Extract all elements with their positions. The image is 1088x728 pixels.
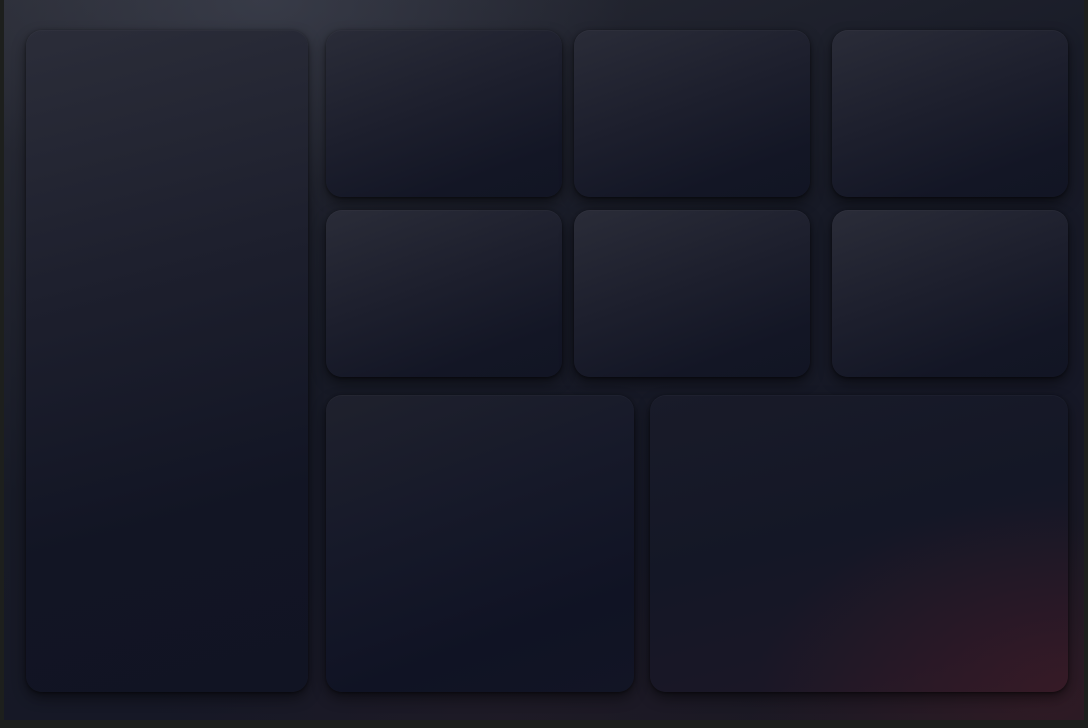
tile-top-1 — [326, 30, 562, 197]
tile-top-3 — [832, 30, 1068, 197]
tile-middle-2 — [574, 210, 810, 377]
bottom-panel-left — [326, 395, 634, 692]
bottom-panel-right — [650, 395, 1068, 692]
tile-top-2 — [574, 30, 810, 197]
dashboard-canvas — [4, 0, 1084, 720]
tile-middle-3 — [832, 210, 1068, 377]
sidebar-panel — [26, 30, 308, 692]
tile-middle-1 — [326, 210, 562, 377]
